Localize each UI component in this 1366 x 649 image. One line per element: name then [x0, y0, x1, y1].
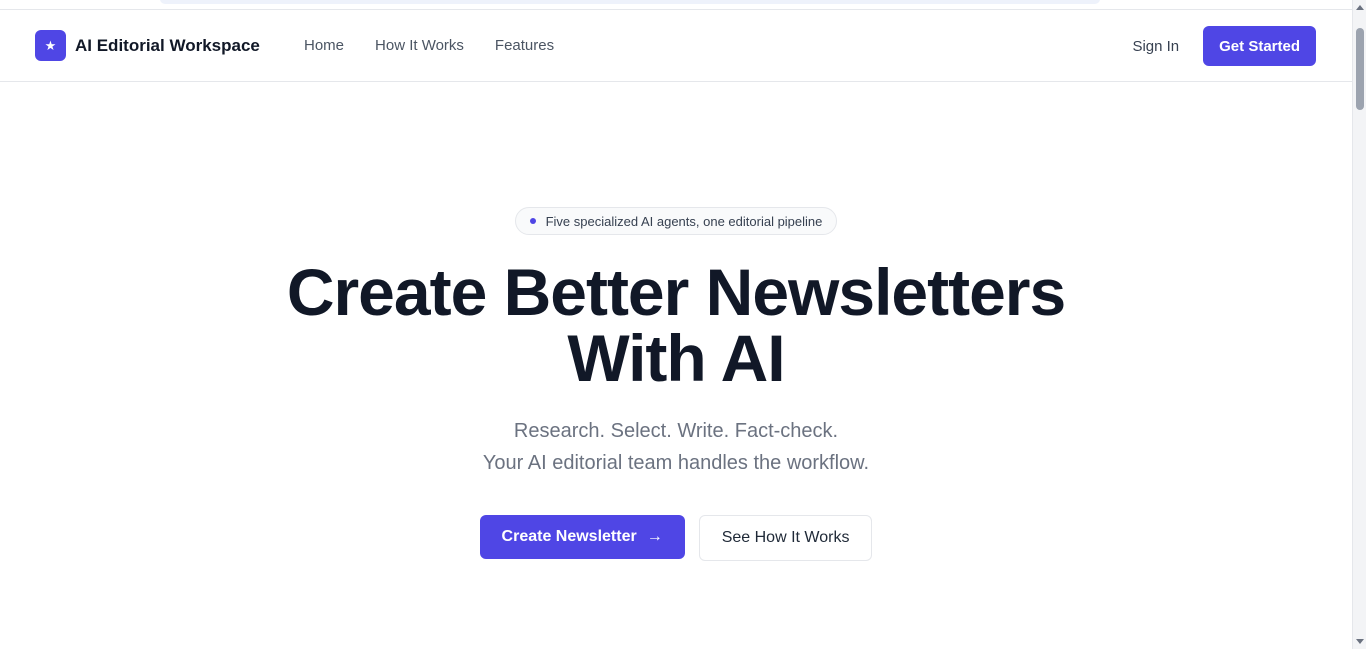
scrollbar-thumb[interactable] [1356, 28, 1364, 110]
get-started-button[interactable]: Get Started [1203, 26, 1316, 66]
nav-actions: Sign In Get Started [1132, 26, 1316, 66]
badge-dot-icon [529, 218, 536, 224]
sign-in-link[interactable]: Sign In [1132, 38, 1179, 55]
arrow-right-icon: → [646, 528, 663, 545]
address-bar-edge [160, 0, 1100, 4]
headline-line-2: With AI [567, 321, 785, 395]
subtitle-line-2: Your AI editorial team handles the workf… [482, 452, 870, 474]
nav-links: Home How It Works Features [304, 37, 585, 54]
badge-text: Five specialized AI agents, one editoria… [545, 213, 823, 229]
hero-headline: Create Better Newsletters With AI [226, 259, 1126, 391]
star-icon: ★ [35, 30, 66, 61]
hero-badge: Five specialized AI agents, one editoria… [514, 207, 838, 235]
see-how-it-works-button[interactable]: See How It Works [698, 515, 873, 561]
create-newsletter-button[interactable]: Create Newsletter → [479, 515, 685, 559]
hero-cta-group: Create Newsletter → See How It Works [0, 515, 1352, 561]
nav-link-how-it-works[interactable]: How It Works [375, 37, 464, 54]
top-navbar: ★ AI Editorial Workspace Home How It Wor… [0, 10, 1352, 82]
nav-link-features[interactable]: Features [495, 37, 554, 54]
create-newsletter-label: Create Newsletter [501, 528, 637, 545]
scroll-up-arrow-icon[interactable] [1356, 5, 1364, 10]
hero-subtitle: Research. Select. Write. Fact-check. You… [0, 415, 1352, 479]
hero-section: Five specialized AI agents, one editoria… [0, 82, 1352, 561]
brand[interactable]: ★ AI Editorial Workspace [35, 30, 260, 61]
headline-line-1: Create Better Newsletters [286, 255, 1066, 329]
browser-top-strip [0, 0, 1352, 10]
scroll-down-arrow-icon[interactable] [1356, 639, 1364, 644]
subtitle-line-1: Research. Select. Write. Fact-check. [513, 420, 839, 442]
page-scrollbar[interactable] [1352, 0, 1366, 649]
brand-name: AI Editorial Workspace [75, 35, 260, 55]
nav-link-home[interactable]: Home [304, 37, 344, 54]
